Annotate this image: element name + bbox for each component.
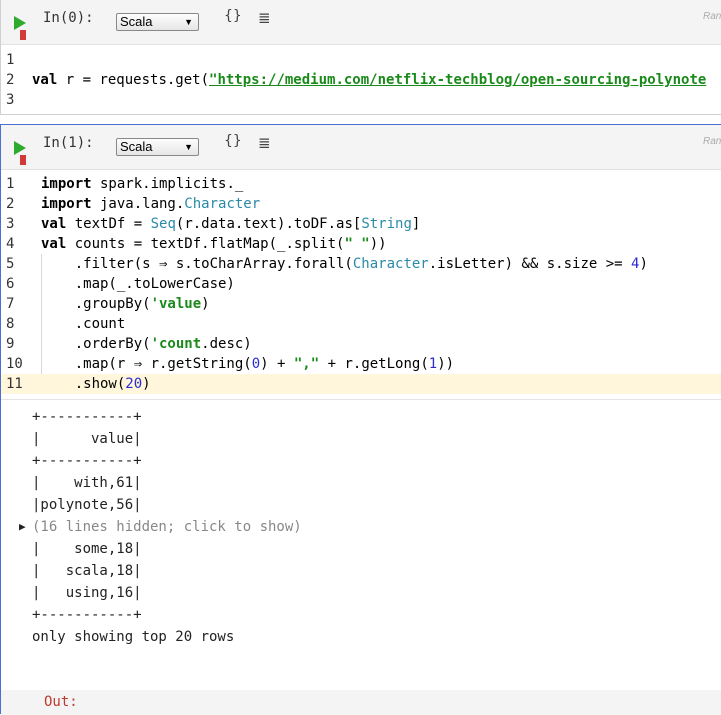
- cell-toolbar: In(0): Scala ▼ {} ≣ Ran: [1, 0, 721, 45]
- code-cell-0[interactable]: In(0): Scala ▼ {} ≣ Ran 1 2 val r = reques…: [0, 0, 721, 115]
- output-line: +-----------+: [32, 453, 142, 469]
- code-line[interactable]: 1 import spark.implicits._: [1, 174, 721, 194]
- stop-icon: [20, 30, 26, 40]
- line-number: 10: [6, 356, 23, 372]
- code-text: .count: [41, 316, 126, 332]
- language-select[interactable]: Scala ▼: [116, 13, 199, 31]
- output-divider: [1, 399, 721, 400]
- play-icon: [14, 16, 26, 40]
- cell-prompt: In(0):: [43, 10, 94, 26]
- line-number: 3: [6, 92, 15, 108]
- code-editor[interactable]: 1 2 val r = requests.get("https://medium.c…: [1, 50, 721, 110]
- braces-icon[interactable]: {}: [224, 8, 242, 24]
- play-icon: [14, 141, 26, 165]
- language-select-value: Scala: [120, 14, 153, 29]
- output-line: | with,61|: [32, 475, 142, 491]
- line-number: 1: [6, 52, 15, 68]
- cell-output: +-----------+ | value| +-----------+ | with…: [19, 406, 302, 648]
- hidden-lines-toggle[interactable]: ▶ (16 lines hidden; click to show): [19, 516, 302, 538]
- cell-prompt: In(1):: [43, 135, 94, 151]
- line-number: 2: [6, 196, 15, 212]
- run-cell-button[interactable]: [12, 14, 28, 42]
- code-text: import java.lang.Character: [41, 196, 261, 212]
- code-text: .map(_.toLowerCase): [41, 276, 235, 292]
- line-number: 11: [6, 376, 23, 392]
- output-line: | using,16|: [32, 585, 142, 601]
- output-line: | some,18|: [32, 541, 142, 557]
- out-label: Out:: [44, 694, 78, 710]
- output-line: only showing top 20 rows: [32, 629, 235, 645]
- language-select[interactable]: Scala ▼: [116, 138, 199, 156]
- code-editor[interactable]: 1 import spark.implicits._ 2 import java.la…: [1, 174, 721, 394]
- code-text: .groupBy('value): [41, 296, 210, 312]
- line-number: 7: [6, 296, 15, 312]
- output-line: +-----------+: [32, 409, 142, 425]
- code-line[interactable]: 3 val textDf = Seq(r.data.text).toDF.as[S…: [1, 214, 721, 234]
- code-line[interactable]: 5 .filter(s ⇒ s.toCharArray.forall(Chara…: [1, 254, 721, 274]
- chevron-down-icon: ▼: [184, 17, 193, 27]
- code-line[interactable]: 7 .groupBy('value): [1, 294, 721, 314]
- line-number: 4: [6, 236, 15, 252]
- code-text: val textDf = Seq(r.data.text).toDF.as[St…: [41, 216, 421, 232]
- code-text: .map(r ⇒ r.getString(0) + "," + r.getLon…: [41, 356, 455, 372]
- output-line: | value|: [32, 431, 142, 447]
- braces-icon[interactable]: {}: [224, 133, 242, 149]
- code-line[interactable]: 8 .count: [1, 314, 721, 334]
- output-line: | scala,18|: [32, 563, 142, 579]
- output-line: |polynote,56|: [32, 497, 142, 513]
- language-select-value: Scala: [120, 139, 153, 154]
- code-line[interactable]: 11 .show(20): [1, 374, 721, 394]
- code-line[interactable]: 6 .map(_.toLowerCase): [1, 274, 721, 294]
- code-line[interactable]: 1: [1, 50, 721, 70]
- list-icon[interactable]: ≣: [258, 9, 271, 27]
- chevron-down-icon: ▼: [184, 142, 193, 152]
- code-text: val counts = textDf.flatMap(_.split(" ")…: [41, 236, 387, 252]
- line-number: 6: [6, 276, 15, 292]
- code-line[interactable]: 3: [1, 90, 721, 110]
- line-number: 1: [6, 176, 15, 192]
- code-line[interactable]: 2 val r = requests.get("https://medium.co…: [1, 70, 721, 90]
- code-line[interactable]: 10 .map(r ⇒ r.getString(0) + "," + r.get…: [1, 354, 721, 374]
- ran-status: Ran: [703, 136, 721, 147]
- code-text: .orderBy('count.desc): [41, 336, 252, 352]
- run-cell-button[interactable]: [12, 139, 28, 167]
- line-number: 9: [6, 336, 15, 352]
- line-number: 5: [6, 256, 15, 272]
- code-text: val r = requests.get("https://medium.com…: [32, 72, 707, 88]
- line-number: 3: [6, 216, 15, 232]
- code-text: .show(20): [41, 376, 151, 392]
- line-number: 8: [6, 316, 15, 332]
- cell-toolbar: In(1): Scala ▼ {} ≣ Ran: [1, 125, 721, 170]
- code-line[interactable]: 9 .orderBy('count.desc): [1, 334, 721, 354]
- code-text: import spark.implicits._: [41, 176, 244, 192]
- stop-icon: [20, 155, 26, 165]
- list-icon[interactable]: ≣: [258, 134, 271, 152]
- ran-status: Ran: [703, 11, 721, 22]
- code-line[interactable]: 4 val counts = textDf.flatMap(_.split(" "…: [1, 234, 721, 254]
- code-text: .filter(s ⇒ s.toCharArray.forall(Charact…: [41, 256, 648, 272]
- code-line[interactable]: 2 import java.lang.Character: [1, 194, 721, 214]
- code-cell-1[interactable]: In(1): Scala ▼ {} ≣ Ran 1 import spark.im…: [0, 124, 721, 715]
- expand-arrow-icon[interactable]: ▶: [19, 516, 26, 538]
- output-bar: Out:: [1, 690, 721, 715]
- line-number: 2: [6, 72, 15, 88]
- output-line: +-----------+: [32, 607, 142, 623]
